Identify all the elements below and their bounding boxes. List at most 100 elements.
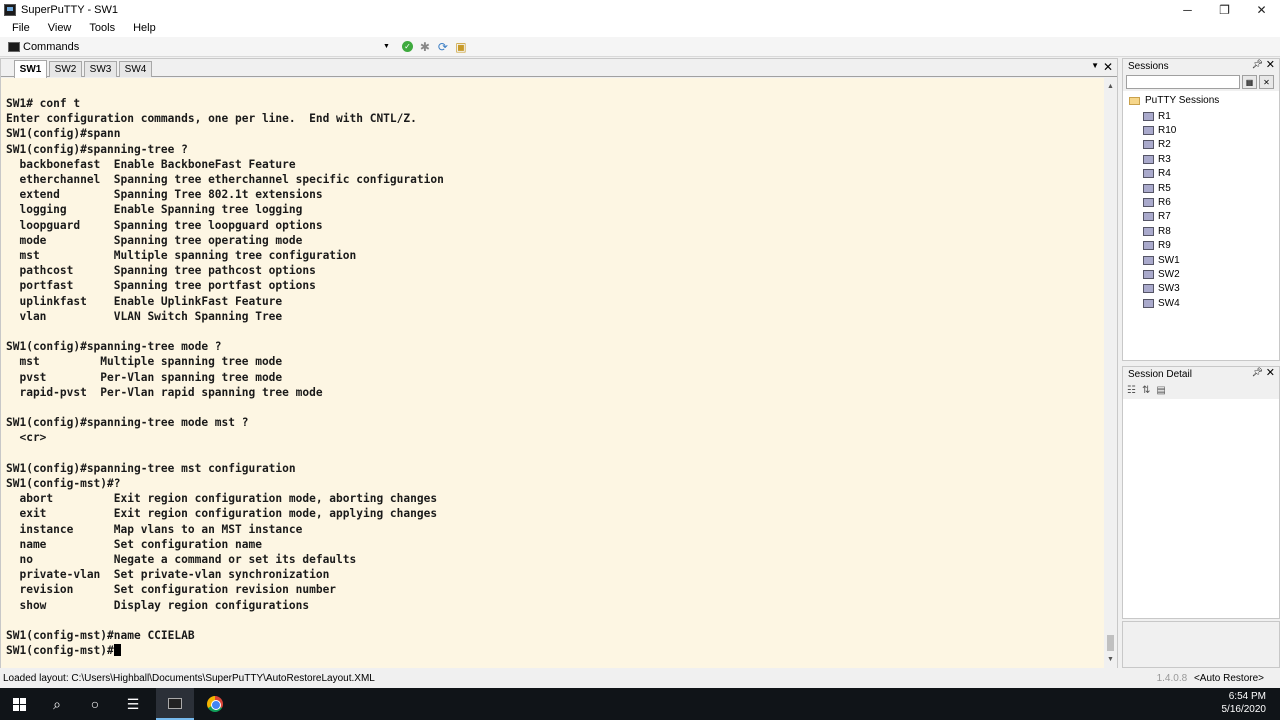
terminal-line: SW1(config)#spanning-tree ?	[6, 142, 188, 156]
sessions-title: Sessions	[1128, 60, 1169, 72]
restore-button[interactable]: ❐	[1206, 0, 1243, 19]
chevron-down-icon[interactable]: ▼	[383, 43, 390, 50]
session-item-sw4[interactable]: SW4	[1143, 296, 1180, 310]
start-button[interactable]	[0, 688, 38, 720]
title-bar: SuperPuTTY - SW1 ─ ❐ ✕	[0, 0, 1280, 19]
session-item-r7[interactable]: R7	[1143, 210, 1171, 224]
tab-list-icon[interactable]: ▼	[1091, 61, 1099, 70]
gear-icon[interactable]: ✱	[417, 39, 433, 55]
detail-header: Session Detail 📌︎ ✕	[1123, 367, 1279, 381]
session-item-sw1[interactable]: SW1	[1143, 253, 1180, 267]
tree-root-putty-sessions[interactable]: PuTTY Sessions	[1129, 95, 1219, 106]
terminal-line: extend Spanning Tree 802.1t extensions	[6, 188, 323, 202]
terminal-line: logging Enable Spanning tree logging	[6, 203, 303, 217]
terminal-output[interactable]: SW1# conf t Enter configuration commands,…	[1, 78, 1105, 668]
tab-sw4[interactable]: SW4	[119, 61, 152, 77]
session-item-r9[interactable]: R9	[1143, 239, 1171, 253]
sessions-panel: Sessions 📌︎ ✕ ▦ ✕ PuTTY Sessions R1 R10 R2…	[1122, 58, 1280, 361]
session-item-r3[interactable]: R3	[1143, 152, 1171, 166]
close-tab-icon[interactable]: ✕	[1103, 60, 1113, 74]
scroll-up-icon[interactable]: ▲	[1104, 80, 1117, 93]
terminal-line: Enter configuration commands, one per li…	[6, 112, 417, 126]
terminal-line: SW1(config)#spanning-tree mst configurat…	[6, 461, 296, 475]
session-label: R8	[1158, 225, 1171, 237]
session-search-input[interactable]	[1126, 75, 1240, 89]
session-label: R10	[1158, 124, 1177, 136]
session-item-sw3[interactable]: SW3	[1143, 282, 1180, 296]
terminal-line: backbonefast Enable BackboneFast Feature	[6, 157, 296, 171]
session-icon	[1143, 183, 1154, 193]
terminal-line: uplinkfast Enable UplinkFast Feature	[6, 294, 283, 308]
terminal-line: mst Multiple spanning tree configuration	[6, 249, 357, 262]
terminal-line: name Set configuration name	[6, 537, 262, 551]
cortana-icon[interactable]: ○	[76, 688, 114, 720]
terminal-line: revision Set configuration revision numb…	[6, 583, 337, 597]
scroll-down-icon[interactable]: ▼	[1104, 653, 1117, 666]
session-icon	[1143, 269, 1154, 279]
terminal-line: vlan VLAN Switch Spanning Tree	[6, 309, 283, 323]
taskbar-chrome[interactable]	[196, 688, 234, 720]
task-view-icon[interactable]: ☰	[114, 688, 152, 720]
session-icon	[1143, 169, 1154, 179]
sort-alpha-icon[interactable]: ⇅	[1142, 385, 1150, 396]
detail-title: Session Detail	[1128, 368, 1192, 380]
close-icon[interactable]: ✕	[1266, 366, 1275, 379]
session-item-r8[interactable]: R8	[1143, 224, 1171, 238]
session-icon	[1143, 125, 1154, 135]
session-item-r2[interactable]: R2	[1143, 138, 1171, 152]
refresh-icon[interactable]: ⟳	[435, 39, 451, 55]
tab-sw3[interactable]: SW3	[84, 61, 117, 77]
clock-time: 6:54 PM	[1228, 691, 1266, 702]
session-icon	[1143, 197, 1154, 207]
menu-view[interactable]: View	[36, 22, 78, 34]
session-item-r5[interactable]: R5	[1143, 181, 1171, 195]
session-icon	[1143, 212, 1154, 222]
terminal-line: SW1# conf t	[6, 97, 81, 110]
session-item-r10[interactable]: R10	[1143, 123, 1176, 137]
pin-icon[interactable]: 📌︎	[1252, 367, 1263, 378]
send-command-icon[interactable]: ✓	[401, 41, 413, 52]
categorized-icon[interactable]: ☷	[1127, 385, 1136, 396]
session-item-sw2[interactable]: SW2	[1143, 267, 1180, 281]
chrome-icon	[207, 696, 223, 712]
taskbar-superputty[interactable]	[156, 688, 194, 720]
session-label: R1	[1158, 110, 1171, 122]
minimize-button[interactable]: ─	[1169, 0, 1206, 19]
session-label: R6	[1158, 196, 1171, 208]
menu-file[interactable]: File	[0, 22, 36, 34]
window-controls: ─ ❐ ✕	[1169, 0, 1280, 19]
terminal-line: private-vlan Set private-vlan synchroniz…	[6, 568, 330, 582]
tab-sw2[interactable]: SW2	[49, 61, 82, 77]
commands-combo[interactable]: Commands	[23, 41, 383, 53]
menu-tools[interactable]: Tools	[77, 22, 121, 34]
property-pages-icon[interactable]: ▤	[1156, 385, 1165, 396]
layout-icon[interactable]: ▣	[453, 39, 469, 55]
terminal-cursor	[113, 644, 121, 657]
taskbar-clock[interactable]: 6:54 PM 5/16/2020	[1222, 690, 1267, 716]
terminal-line: mst Multiple spanning tree mode	[6, 355, 283, 369]
terminal-line: no Negate a command or set its defaults	[6, 553, 357, 566]
terminal-scrollbar[interactable]: ▲ ▼	[1104, 78, 1117, 668]
close-button[interactable]: ✕	[1243, 0, 1280, 19]
session-item-r4[interactable]: R4	[1143, 167, 1171, 181]
session-icon	[1143, 154, 1154, 164]
menu-help[interactable]: Help	[121, 22, 162, 34]
session-item-r1[interactable]: R1	[1143, 109, 1171, 123]
terminal-line: mode Spanning tree operating mode	[6, 233, 303, 247]
commands-toolbar: Commands ▼ ✓ ✱ ⟳ ▣	[0, 37, 1280, 57]
session-icon	[1143, 226, 1154, 236]
search-icon[interactable]: ⌕	[38, 688, 76, 720]
terminal-line: exit Exit region configuration mode, app…	[6, 507, 438, 521]
session-search-row: ▦ ✕	[1123, 73, 1279, 91]
pin-icon[interactable]: 📌︎	[1252, 59, 1263, 70]
clear-search-icon[interactable]: ✕	[1259, 75, 1274, 89]
close-icon[interactable]: ✕	[1266, 58, 1275, 71]
tab-strip: SW1 SW2 SW3 SW4 ▼ ✕	[1, 59, 1117, 78]
terminal-frame: SW1 SW2 SW3 SW4 ▼ ✕ SW1# conf t Enter con…	[0, 58, 1118, 668]
scroll-thumb[interactable]	[1107, 635, 1114, 651]
search-icon[interactable]: ▦	[1242, 75, 1257, 89]
session-detail-panel: Session Detail 📌︎ ✕ ☷ ⇅ ▤	[1122, 366, 1280, 619]
session-item-r6[interactable]: R6	[1143, 195, 1171, 209]
detail-toolbar: ☷ ⇅ ▤	[1123, 381, 1279, 399]
tab-sw1[interactable]: SW1	[14, 60, 47, 78]
